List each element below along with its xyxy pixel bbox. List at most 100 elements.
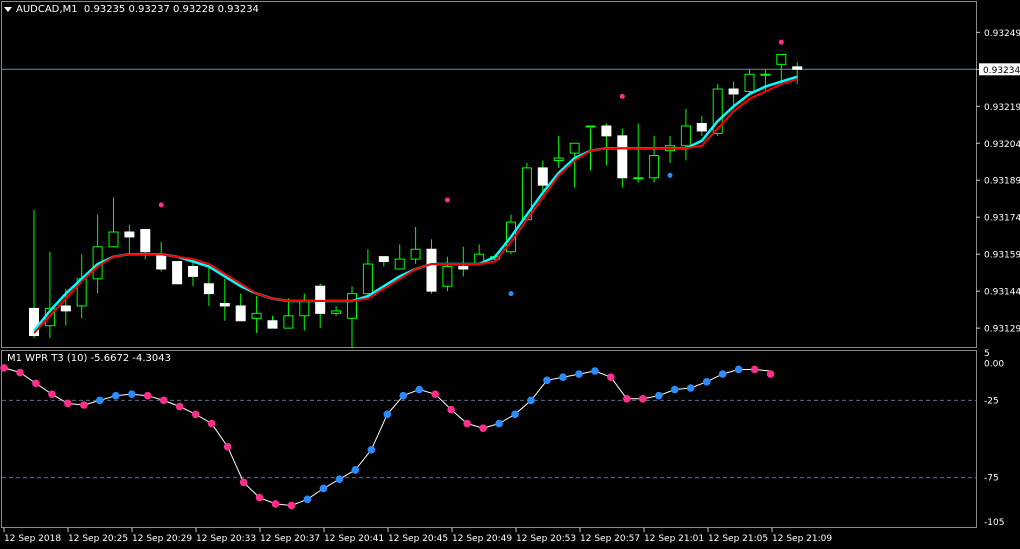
wpr-dot [543,376,551,385]
price-tick-label: 0.93189 [984,177,1020,187]
indicator-pane-frame [1,350,977,528]
ma-cyan-line [33,75,798,332]
wpr-dot [527,396,535,405]
candle-body [776,54,787,65]
candle-body [585,125,596,128]
candle-body [458,266,469,270]
wpr-dot [207,419,216,428]
trading-chart[interactable]: 0.93249 0.93234 0.93219 0.93204 0.93189 0.931… [0,0,1020,549]
price-tick-label: 0.93204 [984,140,1020,150]
wpr-dot [607,373,615,381]
candle-body [267,320,278,329]
wpr-dot [223,442,232,451]
time-tick-label: 12 Sep 20:37 [260,534,320,544]
time-tick-label: 12 Sep 20:49 [452,534,512,544]
candle-body [172,261,183,285]
ma-red-line [33,78,798,334]
indicator-tick-label: 5 [984,349,990,359]
wpr-dot [495,419,503,428]
candle-body [362,263,373,295]
candle-body [426,248,437,292]
candle-body [219,302,230,307]
candle-body [283,315,294,329]
current-price-label: 0.93234 [983,66,1020,76]
wpr-dot [335,475,344,483]
candle-body [299,300,310,317]
candle-body [696,123,707,132]
candle-body [203,283,214,295]
candle-body [140,229,151,253]
price-tick-label: 0.93219 [984,103,1020,113]
wpr-dot [686,384,695,392]
candle-body [537,167,548,186]
candle-body [601,125,612,137]
indicator-title: M1 WPR T3 (10) -5.6672 -4.3043 [7,353,171,364]
time-tick-label: 12 Sep 20:33 [196,534,256,544]
symbol-label: AUDCAD,M1 [16,4,78,15]
candle-body [347,293,357,319]
indicator-tick-label: -25 [984,396,999,406]
wpr-dot [415,385,424,394]
wpr-dot [654,391,663,400]
signal-dot [444,197,450,203]
candle-body [410,248,421,260]
time-tick-label: 12 Sep 21:05 [708,534,768,544]
signal-dot [778,39,784,45]
wpr-dot [431,390,439,398]
axes: 0.93249 0.93234 0.93219 0.93204 0.93189 0.931… [3,29,1020,544]
candle-body [235,305,246,322]
time-tick-label: 12 Sep 21:01 [644,534,704,544]
price-pane[interactable] [2,39,976,348]
ohlc-close: 0.93234 [217,4,259,15]
dropdown-triangle-icon[interactable] [4,6,12,12]
wpr-dot [447,405,455,414]
wpr-dot [670,385,679,394]
wpr-dot [64,399,72,408]
wpr-dot [239,478,248,487]
candle-body [728,88,739,95]
ohlc-low: 0.93228 [173,4,215,15]
candle-body [124,231,135,238]
candle-body [60,305,71,312]
candle-body [156,253,167,270]
candle-body [442,266,453,287]
candle-body [553,157,564,162]
wpr-dot [127,390,136,398]
time-tick-label: 12 Sep 2018 [4,534,61,544]
candle-body [649,155,660,179]
wpr-dot [367,446,376,454]
wpr-dot [191,410,200,419]
wpr-dot [623,395,631,403]
time-tick-label: 12 Sep 20:53 [516,534,576,544]
candle-body [680,125,691,147]
wpr-dot [303,495,312,504]
price-tick-label: 0.93144 [984,288,1020,298]
price-tick-label: 0.93129 [984,325,1020,335]
price-tick-label: 0.93159 [984,251,1020,261]
wpr-dot [271,500,280,508]
wpr-dot [319,484,328,493]
wpr-dot [159,396,168,405]
candle-body [188,266,198,277]
chart-title: AUDCAD,M1 0.93235 0.93237 0.93228 0.9323… [4,4,259,15]
ohlc-high: 0.93237 [128,4,170,15]
candle-body [760,73,771,76]
indicator-value-1: -5.6672 [90,353,130,364]
candle-body [331,310,342,314]
signal-dot [508,291,514,297]
wpr-line [3,367,771,507]
candle-body [394,258,405,270]
wpr-dot [575,370,583,378]
wpr-dot [287,501,296,510]
ohlc-open: 0.93235 [83,4,126,15]
wpr-dot [591,367,599,375]
price-tick-label: 0.93174 [984,214,1020,224]
candle-body [378,256,389,263]
indicator-pane[interactable] [0,364,976,510]
wpr-dot [255,493,264,502]
main-pane-frame [1,1,977,348]
signal-dot [667,172,673,178]
wpr-dot [463,419,471,428]
wpr-dot [143,391,152,400]
wpr-dot [16,368,24,377]
